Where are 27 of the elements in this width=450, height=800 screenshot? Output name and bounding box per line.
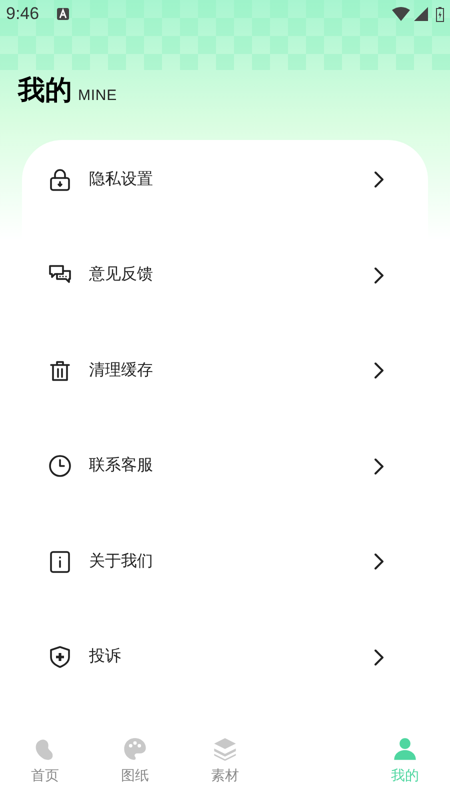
clock-icon xyxy=(48,454,72,478)
wifi-icon xyxy=(392,7,410,21)
battery-icon xyxy=(436,6,444,22)
menu-item[interactable]: 关于我们 xyxy=(89,550,374,574)
menu-item[interactable]: 清理缓存 xyxy=(89,358,374,383)
chevron-right-icon[interactable] xyxy=(374,171,384,188)
menu-item[interactable]: 意见反馈 xyxy=(89,263,374,288)
chevron-right-icon[interactable] xyxy=(374,362,384,380)
chevron-right-icon[interactable] xyxy=(374,458,384,475)
lock-icon xyxy=(48,168,72,192)
shield-plus-icon xyxy=(48,645,72,670)
tab-label[interactable]: 图纸 xyxy=(121,768,149,782)
info-icon xyxy=(48,550,72,574)
tab-label[interactable]: 素材 xyxy=(211,768,239,782)
page-title: 我的 xyxy=(18,77,72,104)
menu-item[interactable]: 投诉 xyxy=(89,645,374,670)
menu-item[interactable]: 隐私设置 xyxy=(89,168,374,192)
chevron-right-icon[interactable] xyxy=(374,648,384,666)
chevron-right-icon[interactable] xyxy=(374,266,384,284)
signal-icon xyxy=(414,7,428,21)
notification-icon xyxy=(57,8,70,20)
trash-icon xyxy=(48,358,72,383)
status-time: 9:46 xyxy=(6,3,40,26)
page-subtitle: MINE xyxy=(78,88,117,103)
tab-label[interactable]: 首页 xyxy=(31,768,59,782)
chevron-right-icon[interactable] xyxy=(374,553,384,570)
menu-item[interactable]: 联系客服 xyxy=(89,454,374,478)
